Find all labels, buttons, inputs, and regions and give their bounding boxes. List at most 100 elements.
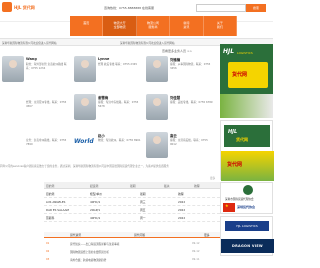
- member-desc: 经理：主营亚洲专线，联系：0755 4567: [26, 101, 67, 108]
- member-name: 赵小: [98, 134, 105, 138]
- member-name: 谢雪梅: [98, 96, 109, 100]
- cell: 2022: [178, 208, 186, 212]
- notice-left: 深圳华航国际物流有限公司欢迎您进入货代网站: [2, 42, 57, 45]
- item-title[interactable]: 海外仓储：跨境电商物流新趋势: [70, 258, 106, 262]
- ad-dragon-view[interactable]: HJL LOGISTICS DRAGON VIEW: [220, 216, 274, 256]
- association-name: 深圳市国际货运代理协会: [225, 198, 254, 201]
- item-date: 09-12: [192, 250, 200, 253]
- table-row[interactable]: DAR ES SALAAM 20GP/1 周五 2022: [44, 206, 220, 214]
- news-tabs: 货代资讯 货代问答 更多: [44, 232, 220, 238]
- hjl-sub: LOGISTICS: [237, 51, 253, 55]
- hotline-text: 咨询热线：0755-8888888 在线客服: [104, 6, 155, 10]
- freight-more-link[interactable]: 更多: [210, 176, 215, 180]
- cell: 周一: [140, 216, 146, 220]
- avatar: [146, 132, 168, 158]
- ad-logo: HJL LOGISTICS: [225, 221, 269, 231]
- list-item[interactable]: 02 国际物流运费上涨的主要原因分析 09-12: [44, 248, 220, 255]
- logo-text: HJL 货代网: [14, 5, 35, 10]
- ad-green-sub: 货代网: [236, 137, 248, 142]
- cell: 周三: [140, 200, 146, 204]
- cell: 40HC/1: [90, 200, 101, 204]
- logo-mark-icon: [2, 2, 12, 12]
- cell: 莫斯科: [46, 216, 55, 220]
- member-desc: 客服：专注中东线路，联系：0755 5678: [98, 101, 139, 108]
- item-title[interactable]: 货代知识——出口海运流程详解与注意事项: [70, 242, 119, 246]
- tab-news[interactable]: 货代资讯: [70, 233, 81, 237]
- ad-box: 货代网: [228, 62, 268, 88]
- avatar: [74, 94, 96, 120]
- item-index: 02: [46, 250, 50, 253]
- association-emblem-icon: [243, 185, 253, 195]
- member-desc: 客服：主营南美线，联系：0755 9012: [170, 139, 208, 146]
- team-card[interactable]: Wang 职位：海外部主管 负责欧洲路线 联系：0755 1234: [0, 56, 70, 94]
- item-index: 01: [46, 242, 50, 245]
- avatar: [146, 56, 168, 82]
- site-logo[interactable]: HJL 货代网: [2, 2, 46, 16]
- item-date: 09-12: [192, 242, 200, 245]
- ad-banner-green[interactable]: HJL 货代网 货代网: [220, 120, 274, 181]
- item-date: 09-11: [192, 258, 200, 261]
- china-flag-icon: [223, 203, 235, 212]
- news-more-link[interactable]: 更多: [204, 233, 210, 237]
- team-card[interactable]: 刘雅楠 客服：从事国际物流，联系：0755 3456: [144, 56, 214, 94]
- table-header: 目的港 起运港 船期 截关 航程: [44, 182, 220, 189]
- nav-item-home[interactable]: 首页: [70, 16, 104, 36]
- col-header: 目的港: [46, 184, 55, 188]
- notice-right: 深圳华航国际物流有限公司欢迎您进入货代网站: [120, 42, 175, 45]
- member-name: 刘佳慧: [170, 96, 181, 100]
- search-input[interactable]: [196, 4, 246, 12]
- main-nav: 首页 物流大厅 全部物流 物流公司 服务商 新闻 资讯 关于 我们: [70, 16, 238, 36]
- avatar: [146, 94, 168, 120]
- ad-green-label: HJL: [228, 129, 238, 135]
- tab-qa[interactable]: 货代问答: [134, 233, 145, 237]
- ad-association[interactable]: 深圳市国际货运代理协会 深圳货代协会: [220, 182, 273, 214]
- ad-stripe: [220, 94, 273, 118]
- col-header: 船期: [130, 184, 136, 188]
- member-desc: 客服：从事国际物流，联系：0755 3456: [170, 63, 211, 70]
- cell: 2022: [178, 216, 186, 220]
- list-item[interactable]: 03 海外仓储：跨境电商物流新趋势 09-11: [44, 256, 220, 263]
- cell: 航程: [178, 192, 184, 196]
- cell: DAR ES SALAAM: [46, 208, 69, 212]
- cell: 周五: [140, 208, 146, 212]
- cell: 20GP/1: [90, 208, 101, 212]
- nav-item-about[interactable]: 关于 我们: [204, 16, 238, 36]
- hjl-logo: HJL: [223, 48, 235, 55]
- team-card[interactable]: 刘佳慧 客服：美加专线，联系：0755 6789: [144, 94, 214, 132]
- dragon-view-banner: DRAGON VIEW: [221, 239, 274, 253]
- marquee-text: 同年公司的services客户团队真实致力于您的业务，通过深圳、深圳华航国际物流…: [0, 165, 169, 168]
- association-short: 深圳货代协会: [237, 205, 256, 209]
- team-card[interactable]: Lynne 经理 欧美专线 联系：0755 2345: [72, 56, 142, 94]
- table-row[interactable]: 莫斯科 40HC/1 周一 2022: [44, 214, 220, 222]
- avatar: [74, 56, 96, 82]
- member-desc: 经理 欧美专线 联系：0755 2345: [98, 63, 138, 66]
- cell: 柜型/单价: [90, 192, 103, 196]
- col-header: 截关: [164, 184, 170, 188]
- cell: 2022: [178, 200, 186, 204]
- ad-banner-hjl[interactable]: HJL LOGISTICS 货代网: [220, 44, 273, 118]
- nav-item-news[interactable]: 新闻 资讯: [170, 16, 204, 36]
- member-name: 刘雅楠: [170, 58, 181, 62]
- table-row[interactable]: 目的港 柜型/单价 船期 航程: [44, 190, 220, 198]
- team-card[interactable]: 谢雪梅 客服：专注中东线路，联系：0755 5678: [72, 94, 142, 132]
- search-button[interactable]: 搜索: [246, 4, 266, 12]
- nav-item-logistics[interactable]: 物流大厅 全部物流: [103, 16, 137, 36]
- team-card[interactable]: 经理：主营亚洲专线，联系：0755 4567: [0, 94, 70, 132]
- col-header: 起运港: [90, 184, 99, 188]
- member-desc: 业务：负责非洲路线，联系：0755 7890: [26, 139, 67, 146]
- item-title[interactable]: 国际物流运费上涨的主要原因分析: [70, 250, 109, 254]
- member-desc: 职位：海外部主管 负责欧洲路线 联系：0755 1234: [26, 63, 67, 70]
- ad-box-text: 货代网: [232, 72, 248, 78]
- world-logo-icon: World: [74, 138, 94, 145]
- table-row[interactable]: LOS ANGELES 40HC/1 周三 2022: [44, 198, 220, 206]
- member-desc: 物流：专注欧洲，联系：0755 8901: [98, 139, 141, 142]
- list-item[interactable]: 01 货代知识——出口海运流程详解与注意事项 09-12: [44, 240, 220, 247]
- avatar: [2, 56, 24, 82]
- nav-item-companies[interactable]: 物流公司 服务商: [137, 16, 171, 36]
- member-desc: 客服：美加专线，联系：0755 6789: [170, 101, 213, 104]
- cell: 40HC/1: [90, 216, 101, 220]
- member-name: Wang: [26, 57, 37, 61]
- item-index: 03: [46, 258, 50, 261]
- cell: 目的港: [46, 192, 55, 196]
- team-more-link[interactable]: 查看更多业务人员 >>: [162, 49, 192, 53]
